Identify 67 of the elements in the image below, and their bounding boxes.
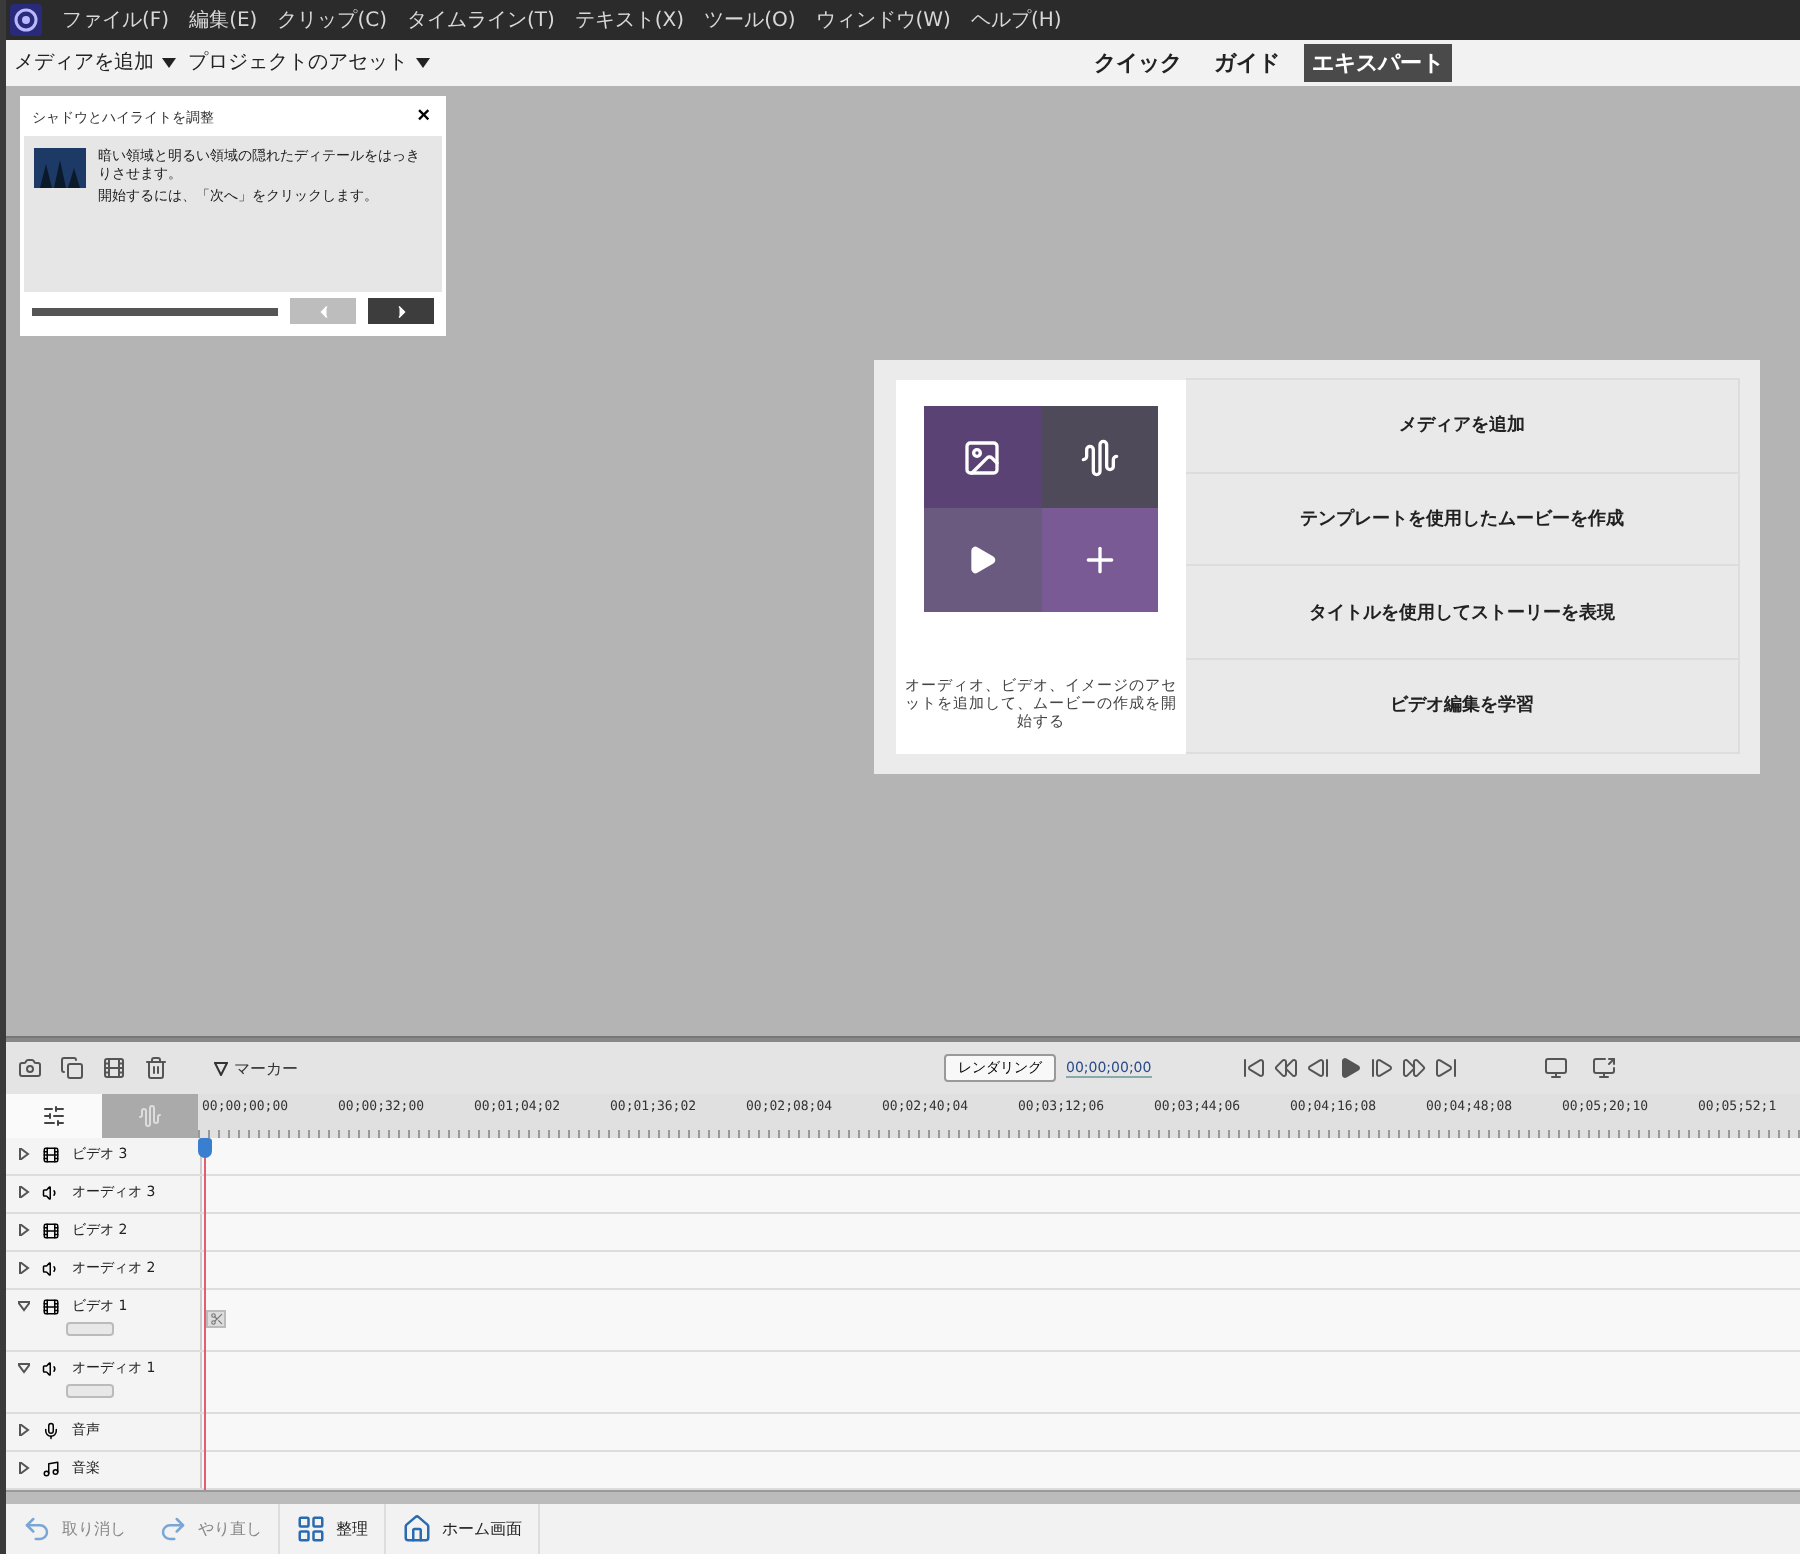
- menu-item[interactable]: ヘルプ(H): [970, 5, 1062, 34]
- grid-icon: [296, 1514, 326, 1544]
- view-tab[interactable]: [6, 1094, 102, 1138]
- mode-tab[interactable]: ガイド: [1206, 43, 1288, 82]
- skip-forward-icon[interactable]: [1433, 1056, 1458, 1080]
- film-icon: [42, 1145, 60, 1163]
- organize-button[interactable]: 整理: [280, 1504, 386, 1554]
- screen-share-icon[interactable]: [1591, 1056, 1616, 1080]
- mode-tab[interactable]: エキスパート: [1304, 43, 1452, 82]
- action-button[interactable]: ビデオ編集を学習: [1186, 658, 1740, 754]
- monitor-icon[interactable]: [1543, 1056, 1568, 1080]
- step-forward-icon[interactable]: [1369, 1056, 1394, 1080]
- skip-back-icon[interactable]: [1241, 1056, 1266, 1080]
- mode-tab[interactable]: クイック: [1086, 43, 1190, 82]
- expand-triangle-icon[interactable]: [18, 1424, 30, 1436]
- close-button[interactable]: ×: [413, 106, 434, 129]
- caret-icon: [416, 57, 430, 68]
- collapse-triangle-icon[interactable]: [18, 1300, 30, 1312]
- trash-icon[interactable]: [144, 1056, 168, 1080]
- dropdown-button[interactable]: メディアを追加: [14, 48, 188, 77]
- menu-item[interactable]: クリップ(C): [277, 5, 387, 34]
- collapse-triangle-icon[interactable]: [18, 1362, 30, 1374]
- expand-triangle-icon[interactable]: [18, 1148, 30, 1160]
- play-icon: [966, 544, 999, 577]
- app-logo-icon: [10, 3, 42, 36]
- speaker-icon: [42, 1259, 60, 1277]
- film-icon: [42, 1297, 60, 1315]
- speaker-icon: [42, 1359, 60, 1377]
- menu-item[interactable]: ファイル(F): [62, 5, 170, 34]
- music-note-icon: [42, 1459, 60, 1477]
- image-icon: [962, 437, 1003, 478]
- film-icon: [42, 1221, 60, 1239]
- next-button[interactable]: [368, 298, 434, 325]
- home-button[interactable]: ホーム画面: [386, 1504, 540, 1554]
- night-trees-thumbnail: [34, 147, 86, 188]
- microphone-icon: [42, 1421, 60, 1439]
- fast-forward-icon[interactable]: [1401, 1056, 1426, 1080]
- rewind-icon[interactable]: [1273, 1056, 1298, 1080]
- redo-icon: [158, 1514, 188, 1544]
- menu-item[interactable]: 編集(E): [189, 5, 258, 34]
- horizontal-scrollbar[interactable]: [6, 1490, 1800, 1504]
- expand-triangle-icon[interactable]: [18, 1462, 30, 1474]
- home-icon: [402, 1514, 432, 1544]
- caret-icon: [162, 57, 176, 68]
- menu-item[interactable]: ツール(O): [704, 5, 796, 34]
- playhead-handle[interactable]: [198, 1138, 212, 1158]
- scissors-icon: [206, 1310, 226, 1328]
- dropdown-button[interactable]: プロジェクトのアセット: [188, 48, 442, 77]
- copy-icon[interactable]: [60, 1056, 84, 1080]
- menu-item[interactable]: タイムライン(T): [406, 5, 555, 34]
- play-icon[interactable]: [1337, 1056, 1362, 1080]
- undo-icon: [22, 1514, 52, 1544]
- waveform-icon: [138, 1104, 162, 1128]
- marker-icon: [214, 1061, 228, 1075]
- menu-item[interactable]: ウィンドウ(W): [815, 5, 951, 34]
- camera-icon[interactable]: [18, 1056, 42, 1080]
- expand-triangle-icon[interactable]: [18, 1186, 30, 1198]
- speaker-icon: [42, 1183, 60, 1201]
- marker-button[interactable]: マーカー: [202, 1055, 310, 1081]
- menu-item[interactable]: テキスト(X): [574, 5, 685, 34]
- film-icon[interactable]: [102, 1056, 126, 1080]
- expand-triangle-icon[interactable]: [18, 1224, 30, 1236]
- waveform-icon: [1079, 437, 1120, 478]
- sliders-icon: [42, 1104, 66, 1128]
- step-back-icon[interactable]: [1305, 1056, 1330, 1080]
- action-button[interactable]: メディアを追加: [1186, 377, 1740, 474]
- expand-triangle-icon[interactable]: [18, 1262, 30, 1274]
